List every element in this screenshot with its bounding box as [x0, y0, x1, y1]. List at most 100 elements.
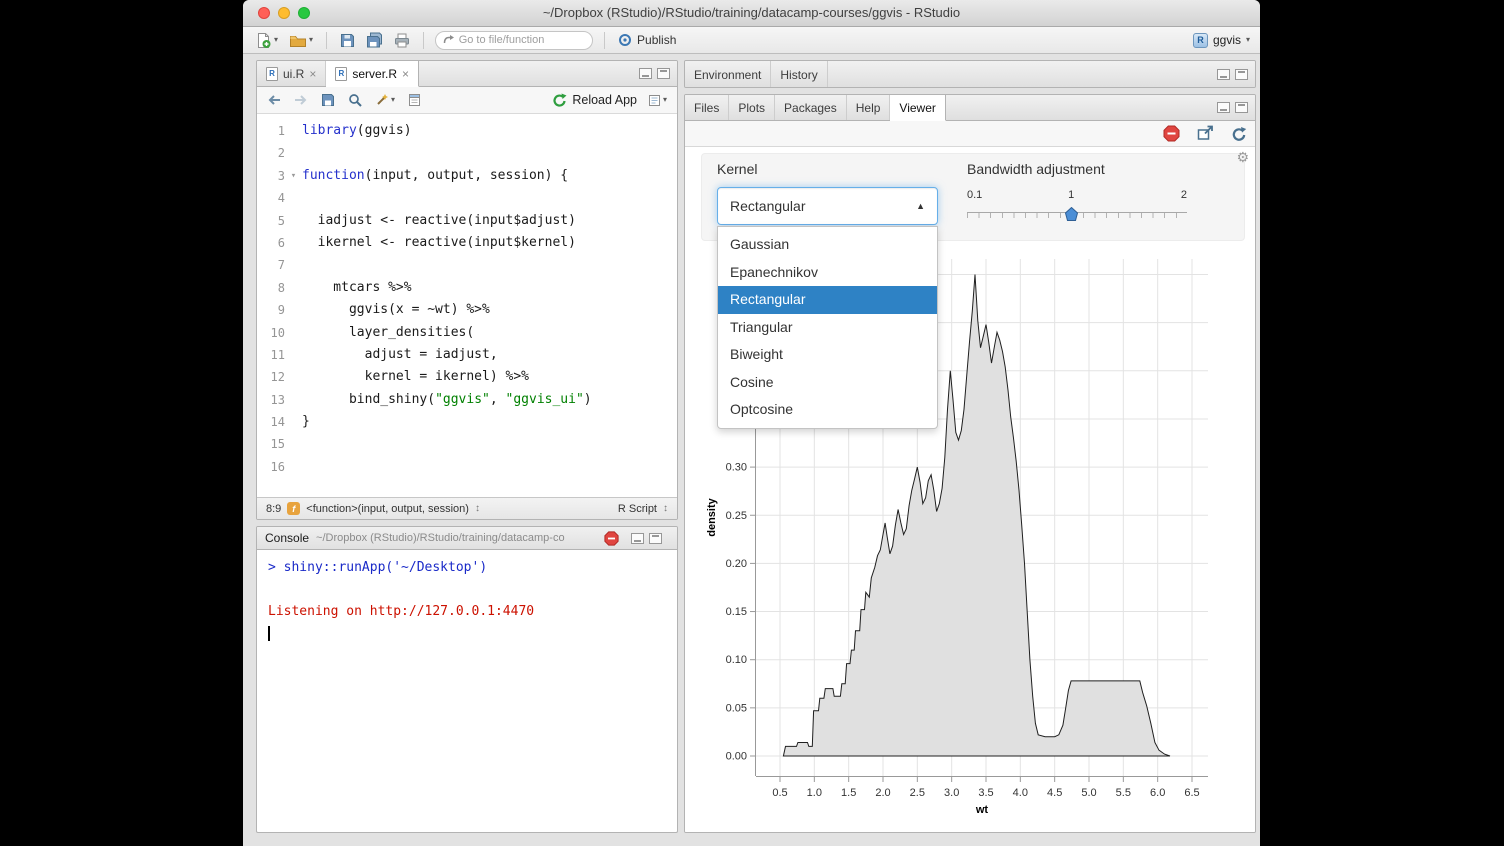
stop-app-button[interactable]: [1163, 125, 1180, 145]
bandwidth-slider[interactable]: 0.1 1 2: [967, 185, 1187, 229]
svg-text:0.20: 0.20: [726, 558, 747, 570]
kernel-option-cosine[interactable]: Cosine: [718, 369, 937, 397]
tab-label: server.R: [352, 67, 397, 81]
reload-app-button[interactable]: Reload App: [552, 93, 637, 108]
r-file-icon: R: [266, 67, 278, 81]
tab-files[interactable]: Files: [685, 95, 729, 120]
fold-spacer: [285, 411, 302, 433]
console-line: > shiny::runApp('~/Desktop'): [268, 557, 666, 579]
save-button[interactable]: [319, 92, 337, 108]
gear-icon[interactable]: ⚙: [1236, 149, 1249, 166]
code-tools-button[interactable]: ▾: [373, 92, 397, 108]
svg-text:0.05: 0.05: [726, 702, 747, 714]
code-line-8[interactable]: 8 mtcars %>%: [257, 277, 677, 299]
maximize-pane-icon[interactable]: [657, 68, 670, 79]
caret-down-icon: ▾: [663, 96, 667, 104]
save-all-button[interactable]: [364, 31, 385, 49]
tab-server-r[interactable]: R server.R ×: [326, 61, 419, 87]
tab-history[interactable]: History: [771, 61, 827, 88]
kernel-select[interactable]: Rectangular ▲: [717, 187, 938, 225]
save-button[interactable]: [338, 32, 357, 49]
fold-marker-icon[interactable]: ▾: [285, 165, 302, 187]
tab-ui-r[interactable]: R ui.R ×: [257, 61, 326, 86]
tab-plots[interactable]: Plots: [729, 95, 775, 120]
find-button[interactable]: [346, 92, 364, 108]
fold-spacer: [285, 366, 302, 388]
forward-button[interactable]: [292, 93, 310, 107]
save-all-icon: [366, 32, 383, 48]
source-menu-button[interactable]: ▾: [646, 93, 669, 108]
minimize-pane-icon[interactable]: [1217, 102, 1230, 113]
project-menu[interactable]: R ggvis ▾: [1193, 33, 1250, 48]
code-line-13[interactable]: 13 bind_shiny("ggvis", "ggvis_ui"): [257, 389, 677, 411]
close-tab-icon[interactable]: ×: [402, 68, 409, 80]
line-number: 14: [257, 411, 285, 433]
slider-handle[interactable]: [1065, 207, 1078, 221]
tab-environment[interactable]: Environment: [685, 61, 771, 88]
console-tab-label[interactable]: Console: [265, 531, 309, 545]
console-body[interactable]: > shiny::runApp('~/Desktop') Listening o…: [257, 550, 677, 648]
maximize-pane-icon[interactable]: [1235, 69, 1248, 80]
publish-button[interactable]: Publish: [616, 32, 678, 48]
reload-icon: [552, 93, 567, 108]
close-tab-icon[interactable]: ×: [309, 68, 316, 80]
code-line-14[interactable]: 14}: [257, 411, 677, 433]
line-number: 5: [257, 210, 285, 232]
code-line-4[interactable]: 4: [257, 187, 677, 209]
code-line-6[interactable]: 6 ikernel <- reactive(input$kernel): [257, 232, 677, 254]
line-number: 10: [257, 322, 285, 344]
minimize-window-button[interactable]: [278, 7, 290, 19]
code-line-15[interactable]: 15: [257, 433, 677, 455]
code-line-2[interactable]: 2: [257, 142, 677, 164]
stop-icon[interactable]: [604, 531, 619, 551]
code-line-16[interactable]: 16: [257, 456, 677, 478]
open-file-button[interactable]: ▾: [287, 32, 315, 49]
code-line-10[interactable]: 10 layer_densities(: [257, 322, 677, 344]
caret-down-icon: ▾: [391, 96, 395, 104]
code-line-3[interactable]: 3▾function(input, output, session) {: [257, 165, 677, 187]
back-button[interactable]: [265, 93, 283, 107]
compile-report-button[interactable]: [406, 92, 423, 108]
zoom-window-button[interactable]: [298, 7, 310, 19]
tab-viewer[interactable]: Viewer: [890, 95, 945, 121]
svg-text:2.5: 2.5: [910, 787, 925, 799]
tab-packages[interactable]: Packages: [775, 95, 847, 120]
refresh-viewer-button[interactable]: [1231, 126, 1247, 145]
tab-help[interactable]: Help: [847, 95, 891, 120]
print-icon: [394, 33, 410, 48]
svg-text:0.30: 0.30: [726, 462, 747, 474]
doc-type-selector[interactable]: R Script: [618, 503, 657, 515]
line-number: 3: [257, 165, 285, 187]
kernel-option-triangular[interactable]: Triangular: [718, 314, 937, 342]
fold-spacer: [285, 299, 302, 321]
pane-window-buttons: [631, 533, 669, 544]
kernel-option-rectangular[interactable]: Rectangular: [718, 286, 937, 314]
close-window-button[interactable]: [258, 7, 270, 19]
goto-file-function-box[interactable]: [435, 31, 593, 50]
kernel-option-gaussian[interactable]: Gaussian: [718, 231, 937, 259]
scope-selector[interactable]: <function>(input, output, session): [306, 503, 469, 515]
kernel-option-optcosine[interactable]: Optcosine: [718, 396, 937, 424]
code-line-1[interactable]: 1library(ggvis): [257, 120, 677, 142]
source-tabbar: R ui.R × R server.R ×: [257, 61, 677, 87]
minimize-pane-icon[interactable]: [639, 68, 652, 79]
code-line-9[interactable]: 9 ggvis(x = ~wt) %>%: [257, 299, 677, 321]
new-file-button[interactable]: ▾: [253, 31, 280, 50]
code-line-5[interactable]: 5 iadjust <- reactive(input$adjust): [257, 210, 677, 232]
minimize-pane-icon[interactable]: [631, 533, 644, 544]
kernel-option-epanechnikov[interactable]: Epanechnikov: [718, 259, 937, 287]
environment-pane: Environment History: [684, 60, 1256, 88]
code-line-12[interactable]: 12 kernel = ikernel) %>%: [257, 366, 677, 388]
code-line-7[interactable]: 7: [257, 254, 677, 276]
maximize-pane-icon[interactable]: [649, 533, 662, 544]
open-in-new-window-button[interactable]: [1197, 125, 1214, 144]
print-button[interactable]: [392, 32, 412, 49]
maximize-pane-icon[interactable]: [1235, 102, 1248, 113]
kernel-option-biweight[interactable]: Biweight: [718, 341, 937, 369]
minimize-pane-icon[interactable]: [1217, 69, 1230, 80]
editor-code[interactable]: 1library(ggvis)23▾function(input, output…: [257, 115, 677, 497]
svg-text:density: density: [706, 497, 718, 536]
pane-window-buttons: [1217, 61, 1255, 88]
code-line-11[interactable]: 11 adjust = iadjust,: [257, 344, 677, 366]
goto-input[interactable]: [459, 34, 585, 46]
